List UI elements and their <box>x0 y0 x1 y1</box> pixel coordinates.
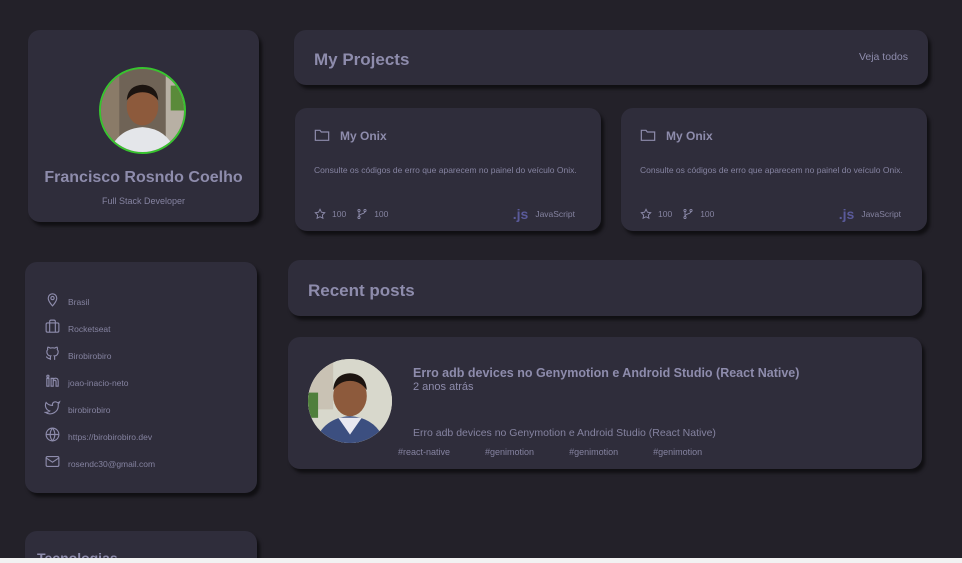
see-all-link[interactable]: Veja todos <box>859 51 908 63</box>
star-icon <box>640 208 652 220</box>
profile-name: Francisco Rosndo Coelho <box>44 169 243 186</box>
contact-email-label: rosendc30@gmail.com <box>68 459 156 469</box>
post-tags: #react-native #genimotion #genimotion #g… <box>398 447 737 457</box>
project-stats: 100 100 <box>640 208 724 220</box>
fork-icon <box>357 208 367 220</box>
post-tag[interactable]: #genimotion <box>653 447 702 457</box>
contact-github[interactable]: Birobirobiro <box>44 344 111 362</box>
post-tag[interactable]: #genimotion <box>569 447 618 457</box>
contact-github-label: Birobirobiro <box>68 351 112 361</box>
post-title[interactable]: Erro adb devices no Genymotion e Android… <box>413 366 799 380</box>
contact-linkedin[interactable]: joao-inacio-neto <box>44 371 128 389</box>
profile-card: Francisco Rosndo Coelho Full Stack Devel… <box>28 30 259 222</box>
contact-twitter[interactable]: birobirobiro <box>44 398 111 416</box>
projects-title: My Projects <box>314 50 410 69</box>
profile-avatar <box>99 67 186 154</box>
profile-role: Full Stack Developer <box>101 196 186 206</box>
contact-company-label: Rocketseat <box>68 324 111 334</box>
post-tag[interactable]: #genimotion <box>485 447 534 457</box>
project-stars: 100 <box>658 209 673 219</box>
project-title[interactable]: My Onix <box>340 129 387 143</box>
posts-title: Recent posts <box>308 281 415 300</box>
github-icon <box>45 346 59 360</box>
briefcase-icon <box>45 319 60 333</box>
bottom-edge <box>0 558 962 563</box>
mail-icon <box>45 455 60 467</box>
globe-icon <box>45 427 60 441</box>
contact-company: Rocketseat <box>44 317 111 335</box>
contacts-card: Brasil Rocketseat Birobirobiro joao-inac… <box>25 262 257 493</box>
javascript-icon: .js <box>512 206 529 222</box>
fork-icon <box>683 208 693 220</box>
project-language-label: JavaScript <box>535 209 575 219</box>
project-description: Consulte os códigos de erro que aparecem… <box>640 165 903 175</box>
twitter-icon <box>44 400 61 414</box>
linkedin-icon <box>46 374 59 387</box>
project-forks: 100 <box>374 209 389 219</box>
project-language-label: JavaScript <box>861 209 901 219</box>
project-language: .js JavaScript <box>513 206 575 222</box>
star-icon <box>314 208 326 220</box>
contact-twitter-label: birobirobiro <box>68 405 111 415</box>
project-stats: 100 100 <box>314 208 398 220</box>
project-title[interactable]: My Onix <box>666 129 713 143</box>
post-author-avatar <box>308 359 392 443</box>
post-timestamp: 2 anos atrás <box>413 381 474 393</box>
folder-icon <box>640 129 656 141</box>
post-tag[interactable]: #react-native <box>398 447 450 457</box>
project-card[interactable]: My Onix Consulte os códigos de erro que … <box>621 108 927 231</box>
javascript-icon: .js <box>838 206 855 222</box>
project-description: Consulte os códigos de erro que aparecem… <box>314 165 577 175</box>
contact-location-label: Brasil <box>68 297 90 307</box>
folder-icon <box>314 129 330 141</box>
post-card[interactable]: Erro adb devices no Genymotion e Android… <box>288 337 922 469</box>
contact-website[interactable]: https://birobirobiro.dev <box>44 425 152 443</box>
contact-location: Brasil <box>44 290 89 308</box>
project-forks: 100 <box>700 209 715 219</box>
contact-website-label: https://birobirobiro.dev <box>68 432 153 442</box>
projects-header: My Projects Veja todos <box>294 30 928 85</box>
posts-header: Recent posts <box>288 260 922 316</box>
project-card[interactable]: My Onix Consulte os códigos de erro que … <box>295 108 601 231</box>
project-language: .js JavaScript <box>839 206 901 222</box>
contact-linkedin-label: joao-inacio-neto <box>68 378 129 388</box>
post-excerpt: Erro adb devices no Genymotion e Android… <box>413 427 716 439</box>
contact-email[interactable]: rosendc30@gmail.com <box>44 452 155 470</box>
project-stars: 100 <box>332 209 347 219</box>
location-pin-icon <box>47 292 58 307</box>
